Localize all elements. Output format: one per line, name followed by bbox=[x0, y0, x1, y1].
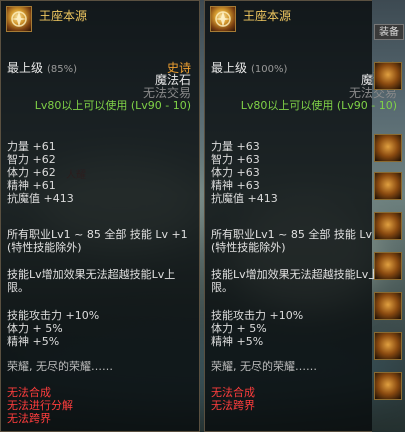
flavor-text: 荣耀, 无尽的荣耀…… bbox=[7, 360, 113, 373]
inventory-slot[interactable] bbox=[374, 62, 402, 90]
level-label: 最上级 bbox=[211, 61, 248, 75]
tab-equipment[interactable]: 装备 bbox=[374, 24, 404, 40]
item-title: 王座本源 bbox=[243, 9, 292, 23]
description-line: 限。 bbox=[211, 281, 233, 294]
level-requirement: Lv80以上可以使用 (Lv90 - 10) bbox=[34, 99, 191, 112]
level-percent: (85%) bbox=[47, 64, 78, 75]
stat-line: 抗魔值 +413 bbox=[211, 192, 278, 205]
skill-bonus-note: (特性技能除外) bbox=[211, 241, 286, 254]
inventory-sidebar: 装备 bbox=[372, 0, 405, 432]
bonus-line: 精神 +5% bbox=[211, 335, 264, 348]
description-line: 技能Lv增加效果无法超越技能Lv上 bbox=[7, 268, 176, 281]
inventory-slot[interactable] bbox=[374, 332, 402, 360]
inventory-slot[interactable] bbox=[374, 212, 402, 240]
inventory-slot[interactable] bbox=[374, 372, 402, 400]
level-percent: (100%) bbox=[251, 64, 288, 75]
orb-icon bbox=[6, 6, 32, 32]
description-line: 技能Lv增加效果无法超越技能Lv上 bbox=[211, 268, 380, 281]
inventory-slot[interactable] bbox=[374, 292, 402, 320]
inventory-slot[interactable] bbox=[374, 252, 402, 280]
item-tooltip-right: 王座本源 最上级(100%) 史诗 魔法石 无法交易 Lv80以上可以使用 (L… bbox=[204, 0, 397, 432]
level-label: 最上级 bbox=[7, 61, 44, 75]
upgrade-level: 最上级 (85%) bbox=[7, 59, 77, 76]
restriction-line: 无法跨界 bbox=[211, 399, 255, 412]
description-line: 限。 bbox=[7, 281, 29, 294]
skill-bonus-note: (特性技能除外) bbox=[7, 241, 82, 254]
item-tooltip-left: 王座本源 最上级 (85%) 史诗 魔法石 无法交易 Lv80以上可以使用 (Lv… bbox=[0, 0, 200, 432]
restriction-line: 无法跨界 bbox=[7, 412, 51, 425]
upgrade-level: 最上级 (100%) bbox=[211, 59, 287, 76]
stat-line: 抗魔值 +413 bbox=[7, 192, 74, 205]
flavor-text: 荣耀, 无尽的荣耀…… bbox=[211, 360, 317, 373]
orb-icon bbox=[210, 6, 236, 32]
inventory-slot[interactable] bbox=[374, 134, 402, 162]
item-title: 王座本源 bbox=[39, 9, 88, 23]
bonus-line: 精神 +5% bbox=[7, 335, 60, 348]
inventory-slot[interactable] bbox=[374, 172, 402, 200]
